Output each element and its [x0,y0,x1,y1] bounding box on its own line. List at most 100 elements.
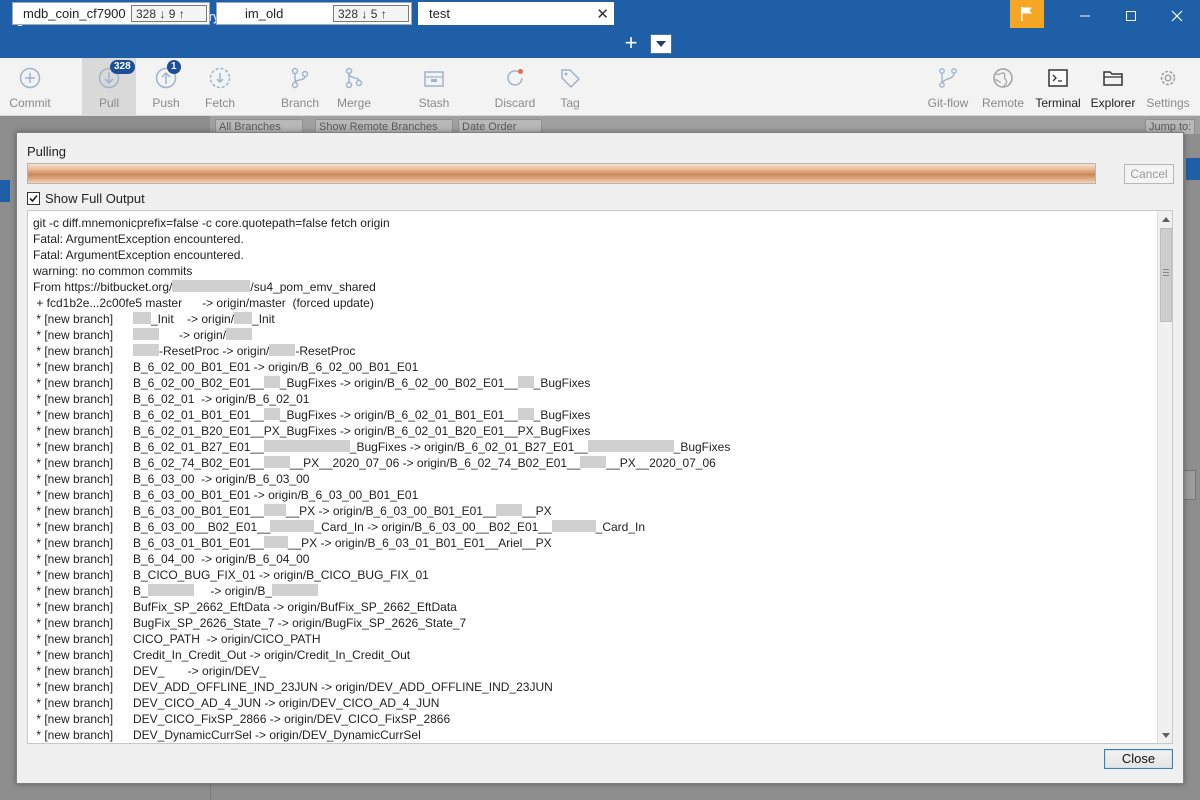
output-text: /su4_pom_emv_shared [250,280,376,294]
new-branch-prefix: * [new branch] [33,360,114,374]
branch-text: B_6_02_01_B27_E01__ [133,440,264,454]
new-branch-prefix: * [new branch] [33,664,114,678]
branch-button[interactable]: Branch [276,58,324,116]
branch-mapping: BugFix_SP_2626_State_7 -> origin/BugFix_… [133,615,466,631]
redacted-text [133,328,159,340]
new-branch-prefix: * [new branch] [33,536,114,550]
repo-tab-mdb-coin[interactable]: mdb_coin_cf7900 328 ↓ 9 ↑ [12,2,210,25]
branch-text: __PX__2020_07_06 [606,456,716,470]
commit-button[interactable]: Commit [4,58,56,116]
gear-icon [1153,63,1183,93]
cancel-button[interactable]: Cancel [1124,164,1174,184]
redacted-text [263,440,350,452]
branch-mapping: B_6_03_00_B01_E01 -> origin/B_6_03_00_B0… [133,487,418,503]
close-button[interactable]: Close [1104,749,1173,769]
pull-progress-bar [27,163,1096,184]
stash-button[interactable]: Stash [410,58,458,116]
tab-commit-counts: 328 ↓ 9 ↑ [131,5,207,22]
branch-text: DEV_DynamicCurrSel -> origin/DEV_Dynamic… [133,728,421,742]
new-branch-prefix: * [new branch] [33,376,114,390]
branch-mapping: B_6_02_01_B20_E01__PX_BugFixes -> origin… [133,423,590,439]
branch-mapping: B_6_02_74_B02_E01__ __PX__2020_07_06 -> o… [133,455,716,471]
folder-icon [1098,63,1128,93]
branch-output-line: * [new branch] Credit_In_Credit_Out -> or… [33,647,1151,663]
branch-output-line: * [new branch] B_6_02_01_B27_E01__ _BugFix… [33,439,1151,455]
branch-text: Credit_In_Credit_Out -> origin/Credit_In… [133,648,411,662]
push-count-badge: 1 [167,60,181,74]
merge-label: Merge [336,96,371,110]
branch-mapping: DEV_DynamicCurrSel -> origin/DEV_Dynamic… [133,727,421,743]
branch-output-line: * [new branch] B_6_04_00 -> origin/B_6_04… [33,551,1151,567]
explorer-button[interactable]: Explorer [1088,58,1138,116]
terminal-label: Terminal [1035,96,1081,110]
branch-output-line: * [new branch] B_6_02_01_B01_E01__ _BugFix… [33,407,1151,423]
dialog-title: Pulling [27,144,67,159]
history-selection-marker [1186,158,1200,180]
new-branch-prefix: * [new branch] [33,488,114,502]
add-tab-button[interactable]: + [620,32,642,56]
tab-close-icon[interactable]: ✕ [596,5,609,23]
branch-mapping: B_CICO_BUG_FIX_01 -> origin/B_CICO_BUG_F… [133,567,429,583]
fetch-button[interactable]: Fetch [196,58,244,116]
branch-text: _Init -> origin/ [151,312,235,326]
repo-tab-im-old[interactable]: im_old 328 ↓ 5 ↑ [216,2,412,25]
remote-label: Remote [981,96,1025,110]
new-branch-prefix: * [new branch] [33,600,114,614]
branch-output-line: * [new branch] B_6_02_00_B02_E01__ _BugFix… [33,375,1151,391]
branch-output-line: * [new branch] B_6_02_01_B20_E01__PX_BugF… [33,423,1151,439]
branch-text: B_6_03_00_B01_E01 -> origin/B_6_03_00_B0… [133,488,419,502]
branch-text: B_6_04_00 -> origin/B_6_04_00 [133,552,310,566]
new-branch-prefix: * [new branch] [33,696,114,710]
repo-tab-test[interactable]: test ✕ [418,2,614,25]
redacted-text [263,504,286,516]
scroll-down-arrow-icon[interactable] [1158,727,1172,743]
tag-button[interactable]: Tag [548,58,592,116]
branch-output-line: * [new branch] B_6_03_00_B01_E01__ __PX ->… [33,503,1151,519]
branch-output-line: * [new branch] B_6_03_00__B02_E01__ _Card_… [33,519,1151,535]
redacted-text [263,376,280,388]
scrollbar-thumb[interactable] [1160,228,1172,322]
settings-label: Settings [1146,96,1190,110]
branch-output-line: * [new branch] DEV_CICO_FixSP_2866 -> ori… [33,711,1151,727]
remote-button[interactable]: Remote [980,58,1026,116]
command-output-log[interactable]: git -c diff.mnemonicprefix=false -c core… [27,210,1173,744]
show-full-output-checkbox[interactable] [27,191,40,205]
maximize-button[interactable] [1108,0,1154,32]
tab-list-dropdown-button[interactable] [650,34,672,54]
merge-button[interactable]: Merge [330,58,378,116]
window-close-button[interactable] [1154,0,1200,32]
show-full-output-toggle[interactable]: Show Full Output [27,189,145,207]
branch-mapping: B_6_02_01_B01_E01__ _BugFixes -> origin/B… [133,407,590,423]
merge-icon [339,63,369,93]
branch-text: B_6_03_00_B01_E01__ [133,504,264,518]
settings-button[interactable]: Settings [1142,58,1194,116]
branch-text: _BugFixes -> origin/B_6_02_01_B01_E01__ [279,408,518,422]
redacted-text [580,456,607,468]
gitflow-button[interactable]: Git-flow [922,58,974,116]
redacted-text [272,584,319,596]
output-line: Fatal: ArgumentException encountered. [33,248,244,262]
scroll-up-arrow-icon[interactable] [1158,211,1172,227]
pull-button[interactable]: 328 Pull [82,58,136,116]
redacted-text [517,376,534,388]
flag-icon[interactable] [1010,0,1044,28]
new-branch-prefix: * [new branch] [33,440,114,454]
discard-button[interactable]: Discard [490,58,540,116]
new-branch-prefix: * [new branch] [33,392,114,406]
branch-text: _BugFixes [673,440,731,454]
new-branch-prefix: * [new branch] [33,328,114,342]
branch-output-line: * [new branch] DEV_DynamicCurrSel -> orig… [33,727,1151,743]
branch-icon [285,63,315,93]
redacted-text [226,328,253,340]
branch-text: DEV_ADD_OFFLINE_IND_23JUN -> origin/DEV_… [133,680,553,694]
terminal-button[interactable]: Terminal [1032,58,1084,116]
new-branch-prefix: * [new branch] [33,616,114,630]
new-branch-prefix: * [new branch] [33,728,114,742]
push-button[interactable]: 1 Push [140,58,192,116]
branch-output-line: * [new branch] B_6_03_00_B01_E01 -> origi… [33,487,1151,503]
output-scrollbar[interactable] [1157,211,1172,743]
fetch-label: Fetch [204,96,235,110]
new-branch-prefix: * [new branch] [33,552,114,566]
minimize-button[interactable] [1062,0,1108,32]
branch-text: -ResetProc -> origin/ [159,344,270,358]
